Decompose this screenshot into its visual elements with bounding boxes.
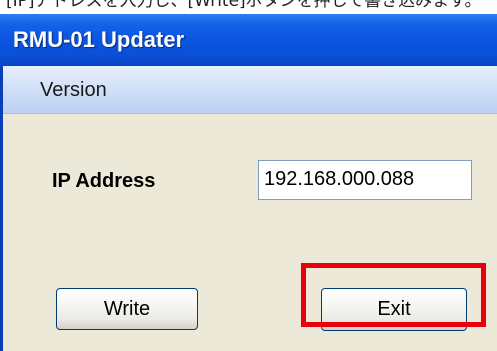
ip-address-label: IP Address: [52, 170, 156, 192]
ip-address-input[interactable]: [258, 160, 472, 200]
menu-item-version[interactable]: Version: [40, 78, 107, 102]
updater-window: RMU-01 Updater Version IP Address Write …: [0, 14, 497, 351]
screenshot: [IP]アドレスを入力し、[Write]ボタンを押して書き込みます。 RMU-0…: [0, 0, 497, 351]
caption-strip: [IP]アドレスを入力し、[Write]ボタンを押して書き込みます。: [0, 0, 497, 14]
window-title: RMU-01 Updater: [13, 27, 185, 52]
write-button[interactable]: Write: [56, 288, 198, 330]
menu-bar: Version: [3, 66, 497, 114]
caption-text: [IP]アドレスを入力し、[Write]ボタンを押して書き込みます。: [6, 0, 482, 11]
exit-button[interactable]: Exit: [321, 288, 467, 331]
title-bar[interactable]: RMU-01 Updater: [0, 14, 497, 66]
